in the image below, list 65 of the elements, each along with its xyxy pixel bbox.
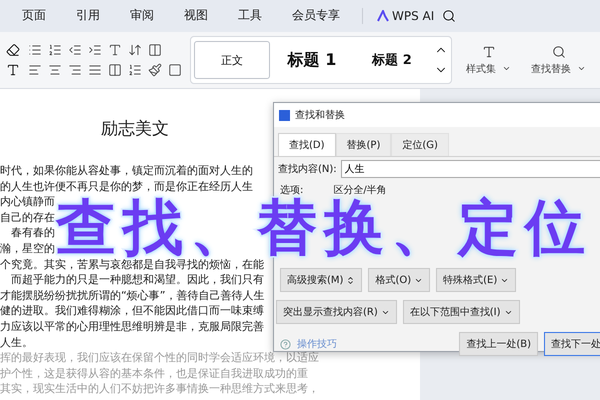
align-right-icon[interactable] [68,63,82,77]
dialog-button[interactable]: 突出显示查找内容(R) [276,300,397,324]
document-text: 其实，现实生活中的人们不妨把许多事情换一种思维方式来思考， [0,381,319,397]
ai-logo-icon [377,10,389,22]
dialog-title: 查找和替换 [295,108,345,122]
help-icon [280,338,291,350]
shading-icon[interactable] [148,63,162,77]
columns-icon[interactable] [148,43,162,57]
justify-icon[interactable] [88,63,102,77]
menu-tab[interactable]: 引用 [62,2,114,30]
ai-button[interactable]: WPS AI [371,9,440,23]
dialog-button[interactable]: 查找下一处 [544,332,600,356]
sort-icon[interactable] [128,43,142,57]
document-text: 才能摆脱纷纷扰扰所谓的“烦心事”，善待自己善待人生 [0,288,264,304]
document-text: 健的进取。我们难得糊涂，但不能因此借口而一味束缚 [0,303,264,319]
app-icon [279,110,290,120]
menu-tab[interactable]: 会员专享 [278,2,354,30]
caret-icon [577,64,586,73]
document-text: 时代，如果你能从容处事，镇定而沉着的面对人生的 [0,163,253,179]
up-down-icon [346,276,356,284]
style-option[interactable]: 正文 [194,41,270,79]
dialog-button[interactable]: 高级搜索(M) [280,268,362,292]
document-text: 而超乎能力的只是一种臆想和渴望。因此，我们只有 [10,272,264,288]
document-text: 内心镇静而 [0,194,55,210]
find-label: 查找内容(N): [278,162,337,176]
style-option[interactable]: 标题 1 [274,41,350,79]
document-title: 励志美文 [100,119,170,139]
eraser-icon[interactable] [6,43,20,57]
caret-icon [502,64,511,73]
indent-icon[interactable] [88,43,102,57]
menu-tab[interactable]: 审阅 [116,2,168,30]
find-input-field[interactable]: 人生 [340,160,600,178]
menu-tab[interactable]: 工具 [224,2,276,30]
document-text: 自己的存在 [0,210,55,226]
outdent-icon[interactable] [68,43,82,57]
options-label: 选项: [280,184,304,197]
border-icon[interactable] [168,63,182,77]
search-icon[interactable] [552,44,566,58]
dialog-button[interactable]: 格式(O) [368,268,430,292]
menu-tab[interactable]: 页面 [8,2,60,30]
style-set-button[interactable]: 样式集 [460,44,517,76]
document-text: 瀚，星空的 [0,240,55,257]
font-size-icon[interactable] [108,43,122,57]
document-text: 挥的最好表现，我们应该在保留个性的同时学会适应环境，以适应 [0,350,319,366]
dialog-button[interactable]: 查找上一处(B) [459,332,538,356]
document-text: 人生。 [0,334,33,350]
options-value: 区分全/半角 [333,184,387,197]
style-set-icon[interactable] [482,44,496,58]
document-text: 个究竟。其实，苦累与哀怨都是自我寻找的烦恼，在能 [0,258,264,272]
document-text: 的人生也许便不再只是你的梦，而是你正在经历人生 [0,178,253,194]
dialog-button[interactable]: 特殊格式(E) [436,268,516,292]
dialog-tab[interactable]: 查找(D) [278,133,336,156]
numbered-list-icon[interactable] [48,43,62,57]
menu-tab[interactable]: 视图 [170,2,222,30]
find-replace-button[interactable]: 查找替换 [525,44,592,76]
dialog-tab[interactable]: 定位(G) [391,133,449,156]
style-option[interactable]: 标题 2 [354,41,430,79]
search-icon[interactable] [442,9,456,23]
dialog-tab[interactable]: 替换(P) [336,133,392,156]
dialog-button[interactable]: 在以下范围中查找(I) [402,300,520,324]
document-text: 春有春的 [10,225,55,241]
align-center-icon[interactable] [48,63,62,77]
document-text: 力应该以平常的心用理性思维明辨是非，克服局限完善 [0,318,264,335]
document-text: 护个性，这是获得从容的基本条件，也是保证自我进取成功的重 [0,366,308,382]
align-left-icon[interactable] [28,63,42,77]
